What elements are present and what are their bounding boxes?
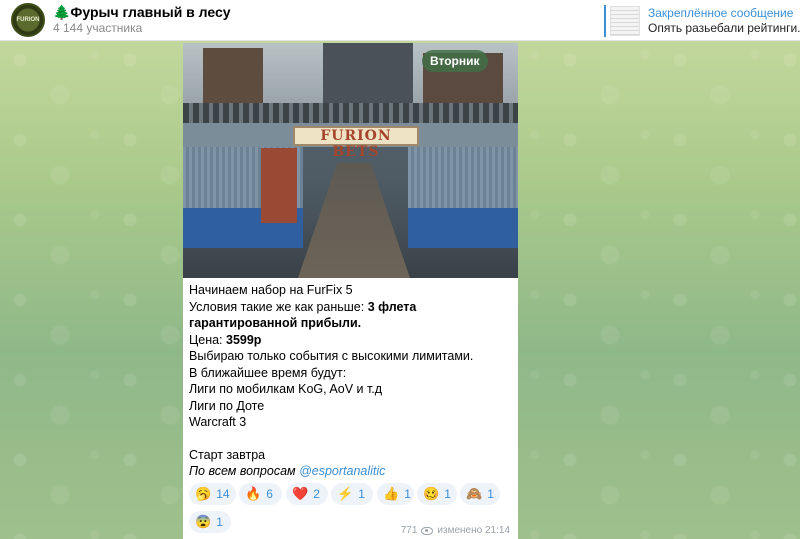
photo-sign: FURION BETS bbox=[293, 126, 419, 160]
lightning-icon: ⚡ bbox=[337, 486, 354, 501]
avatar-label: FURION bbox=[16, 17, 40, 23]
post-line: Цена: 3599р bbox=[189, 332, 518, 349]
fire-icon: 🔥 bbox=[245, 486, 262, 501]
post-line: В ближайшее время будут: bbox=[189, 365, 347, 380]
pinned-thumbnail bbox=[610, 6, 640, 36]
reaction-count: 1 bbox=[216, 515, 223, 529]
fearful-face-icon: 😨 bbox=[195, 514, 212, 529]
woozy-face-icon: 🥴 bbox=[423, 486, 440, 501]
text-span: По всем вопросам bbox=[189, 464, 300, 478]
reaction-fearful[interactable]: 😨 1 bbox=[189, 511, 231, 533]
date-badge: Вторник bbox=[422, 50, 488, 72]
channel-title: 🌲Фурыч главный в лесу bbox=[53, 4, 231, 20]
price: 3599р bbox=[226, 332, 262, 347]
post-photo[interactable]: FURION BETS Вторник bbox=[183, 43, 518, 278]
view-count: 771 bbox=[400, 525, 418, 536]
post-line: Warcraft 3 bbox=[189, 415, 247, 429]
photo-pipes bbox=[183, 103, 518, 123]
username-link[interactable]: @esportanalitic bbox=[299, 464, 385, 478]
reaction-yawn[interactable]: 🥱 14 bbox=[189, 483, 236, 505]
member-count: 4 144 участника bbox=[53, 21, 143, 35]
post-meta: 771 изменено 21:14 bbox=[401, 525, 510, 536]
post-line: Лиги по мобилкам KoG, AoV и т.д bbox=[189, 382, 383, 396]
channel-info[interactable]: 🌲Фурыч главный в лесу 4 144 участника bbox=[53, 4, 231, 36]
edited-timestamp: изменено 21:14 bbox=[437, 525, 510, 536]
bold-text: 3 флета bbox=[367, 299, 417, 314]
photo-wall bbox=[408, 208, 518, 248]
bold-text: гарантированной прибыли. bbox=[189, 316, 362, 330]
reaction-thumbs-up[interactable]: 👍 1 bbox=[377, 483, 414, 505]
pinned-indicator bbox=[604, 5, 606, 37]
post-line: Условия такие же как раньше: 3 флета bbox=[189, 299, 518, 316]
reaction-count: 1 bbox=[444, 487, 451, 501]
pinned-title: Закреплённое сообщение bbox=[648, 6, 794, 20]
post-line: По всем вопросам @esportanalitic bbox=[189, 463, 518, 480]
reaction-count: 1 bbox=[404, 487, 411, 501]
post-line: Старт завтра bbox=[189, 447, 266, 462]
reaction-woozy[interactable]: 🥴 1 bbox=[417, 483, 457, 505]
reaction-count: 2 bbox=[313, 487, 320, 501]
eye-icon bbox=[421, 526, 434, 535]
text-span: Цена: bbox=[189, 332, 226, 347]
channel-post[interactable]: FURION BETS Вторник Начинаем набор на Fu… bbox=[183, 43, 518, 539]
post-text: Начинаем набор на FurFix 5 Условия такие… bbox=[183, 278, 518, 480]
reaction-count: 6 bbox=[266, 487, 273, 501]
yawn-icon: 🥱 bbox=[195, 486, 212, 501]
heart-icon: ❤️ bbox=[292, 486, 309, 501]
photo-brick-pillar bbox=[261, 148, 297, 223]
reaction-heart[interactable]: ❤️ 2 bbox=[286, 483, 328, 505]
reaction-see-no-evil[interactable]: 🙈 1 bbox=[460, 483, 500, 505]
reaction-count: 14 bbox=[216, 487, 230, 501]
photo-road bbox=[298, 163, 410, 278]
post-line: Лиги по Доте bbox=[189, 398, 265, 413]
post-line: Выбираю только события с высокими лимита… bbox=[189, 349, 474, 363]
channel-avatar[interactable]: FURION bbox=[11, 3, 45, 37]
post-line: гарантированной прибыли. bbox=[189, 315, 518, 332]
reaction-lightning[interactable]: ⚡ 1 bbox=[331, 483, 373, 505]
thumbs-up-icon: 👍 bbox=[383, 486, 400, 501]
chat-header[interactable]: FURION 🌲Фурыч главный в лесу 4 144 участ… bbox=[0, 0, 800, 41]
text-span: Условия такие же как раньше: bbox=[189, 299, 368, 314]
post-line: Начинаем набор на FurFix 5 bbox=[189, 283, 353, 297]
pinned-message[interactable]: Закреплённое сообщение Опять разьебали р… bbox=[604, 4, 800, 38]
see-no-evil-monkey-icon: 🙈 bbox=[466, 486, 483, 501]
reaction-count: 1 bbox=[358, 487, 365, 501]
reaction-fire[interactable]: 🔥 6 bbox=[239, 483, 282, 505]
reaction-count: 1 bbox=[487, 487, 494, 501]
pinned-preview: Опять разьебали рейтинги. ... bbox=[648, 21, 800, 35]
